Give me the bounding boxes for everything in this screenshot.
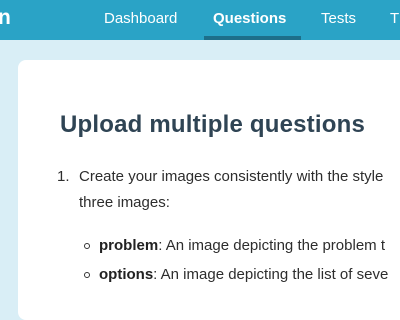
subitem-term: problem — [99, 237, 159, 254]
step-number: 1. — [57, 168, 70, 185]
subitem-term: options — [99, 266, 154, 283]
subitem-description: : An image depicting the list of seve — [153, 266, 389, 283]
active-tab-indicator — [204, 36, 301, 40]
nav-item-dashboard[interactable]: Dashboard — [104, 10, 177, 28]
nav-item-tests[interactable]: Tests — [321, 10, 356, 28]
top-navigation-bar: n Dashboard Questions Tests T — [0, 0, 400, 40]
subitem-problem: problem: An image depicting the problem … — [99, 236, 385, 256]
page-title: Upload multiple questions — [60, 111, 366, 138]
step-text-line-2: three images: — [79, 194, 170, 211]
nav-item-questions[interactable]: Questions — [213, 10, 286, 28]
subitem-description: : An image depicting the problem t — [158, 237, 385, 254]
list-bullet-icon — [84, 272, 90, 278]
step-text-line-1: Create your images consistently with the… — [79, 168, 384, 185]
nav-item-truncated[interactable]: T — [390, 10, 399, 28]
subitem-options: options: An image depicting the list of … — [99, 265, 388, 285]
list-bullet-icon — [84, 243, 90, 249]
brand-logo-text[interactable]: n — [0, 7, 11, 29]
